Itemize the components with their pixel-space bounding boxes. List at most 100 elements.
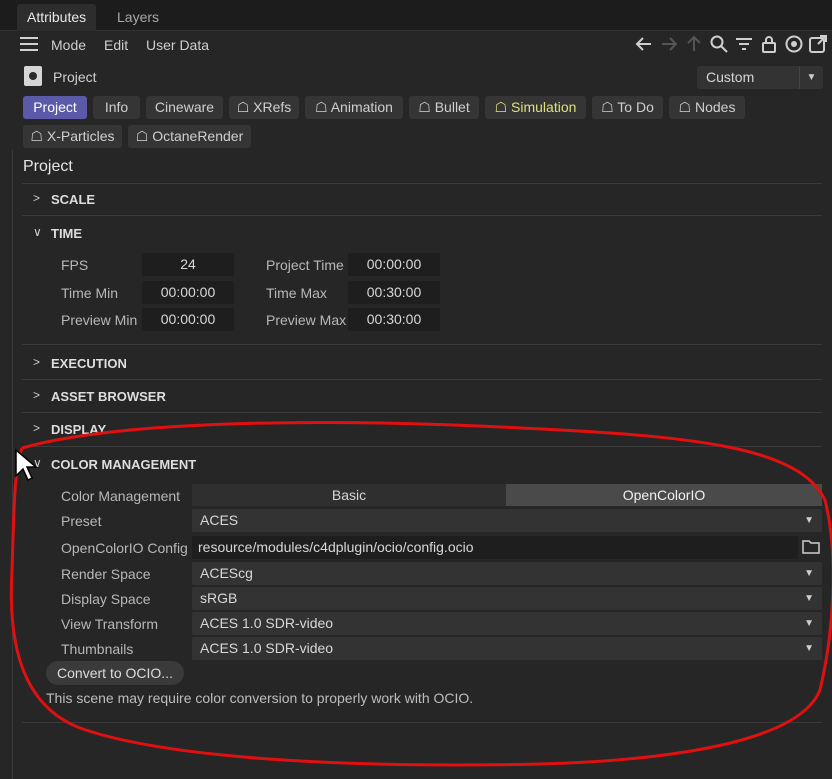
time-max-field[interactable]: 00:30:00 (348, 281, 440, 304)
tab-bullet-label: Bullet (434, 99, 470, 115)
panel-tab-bar: Attributes Layers (0, 0, 832, 31)
group-time-title: TIME (51, 226, 83, 241)
group-scale[interactable]: > SCALE (22, 186, 822, 212)
thumbnails-dropdown[interactable]: ACES 1.0 SDR-video ▼ (192, 637, 822, 660)
tab-todo-label: To Do (617, 99, 654, 115)
project-gear-icon (24, 66, 42, 86)
tab-bullet[interactable]: ☖ Bullet (409, 96, 479, 119)
view-mode-value: Custom (706, 69, 755, 85)
chevron-down-icon: ▼ (804, 568, 814, 579)
chevron-down-icon: ▼ (804, 593, 814, 604)
menu-icon[interactable] (20, 37, 38, 51)
pin-icon: ☖ (678, 99, 695, 115)
tab-animation[interactable]: ☖ Animation (305, 96, 403, 119)
group-execution[interactable]: > EXECUTION (22, 350, 822, 376)
pin-icon: ☖ (601, 99, 618, 115)
view-mode-select[interactable]: Custom ▼ (697, 66, 823, 89)
chevron-right-icon: > (33, 191, 41, 205)
menu-edit[interactable]: Edit (104, 37, 128, 53)
pin-icon: ☖ (236, 99, 254, 115)
tab-nodes[interactable]: ☖ Nodes (669, 96, 745, 119)
display-space-value: sRGB (200, 590, 238, 606)
back-arrow-icon[interactable] (634, 34, 654, 54)
group-scale-title: SCALE (51, 192, 96, 207)
divider (22, 446, 822, 447)
tab-todo[interactable]: ☖ To Do (592, 96, 663, 119)
menu-mode[interactable]: Mode (51, 37, 86, 53)
time-max-label: Time Max (266, 285, 327, 301)
folder-icon[interactable] (802, 538, 820, 554)
divider (22, 344, 822, 345)
tab-info[interactable]: Info (93, 96, 140, 119)
chevron-down-icon: ▼ (804, 618, 814, 629)
tab-attributes[interactable]: Attributes (17, 4, 97, 31)
target-icon[interactable] (784, 34, 804, 54)
pin-icon: ☖ (494, 99, 512, 115)
up-arrow-icon[interactable] (684, 34, 704, 54)
filter-icon[interactable] (734, 34, 754, 54)
group-time[interactable]: ∨ TIME (22, 220, 822, 246)
view-transform-value: ACES 1.0 SDR-video (200, 615, 334, 631)
tab-cineware[interactable]: Cineware (146, 96, 223, 119)
search-icon[interactable] (709, 34, 729, 54)
display-space-dropdown[interactable]: sRGB ▼ (192, 587, 822, 610)
group-display[interactable]: > DISPLAY (22, 416, 822, 442)
preview-min-label: Preview Min (61, 312, 138, 328)
tab-project[interactable]: Project (23, 96, 87, 119)
tab-octanerender[interactable]: ☖ OctaneRender (128, 125, 251, 148)
render-space-label: Render Space (61, 566, 151, 582)
forward-arrow-icon[interactable] (659, 34, 679, 54)
view-transform-dropdown[interactable]: ACES 1.0 SDR-video ▼ (192, 612, 822, 635)
tab-animation-label: Animation (330, 99, 393, 115)
preview-min-field[interactable]: 00:00:00 (142, 308, 234, 331)
chevron-down-icon: ▼ (804, 515, 814, 526)
group-execution-title: EXECUTION (51, 356, 127, 371)
lock-icon[interactable] (759, 34, 779, 54)
cursor-icon (15, 448, 38, 482)
group-asset-browser[interactable]: > ASSET BROWSER (22, 383, 822, 409)
chevron-down-icon: ▼ (804, 643, 814, 654)
pin-icon: ☖ (315, 99, 331, 115)
tab-xrefs-label: XRefs (253, 99, 292, 115)
pin-icon: ☖ (30, 128, 47, 144)
display-space-label: Display Space (61, 591, 151, 607)
group-asset-browser-title: ASSET BROWSER (51, 389, 166, 404)
preview-max-label: Preview Max (266, 312, 347, 328)
project-time-field[interactable]: 00:00:00 (348, 253, 440, 276)
color-management-toggle: Basic OpenColorIO (192, 484, 822, 506)
option-basic[interactable]: Basic (192, 484, 506, 506)
preset-label: Preset (61, 513, 102, 529)
pin-icon: ☖ (135, 128, 153, 144)
chevron-right-icon: > (33, 421, 41, 435)
preview-max-field[interactable]: 00:30:00 (348, 308, 440, 331)
section-title: Project (23, 158, 73, 175)
fps-field[interactable]: 24 (142, 253, 234, 276)
thumbnails-label: Thumbnails (61, 641, 134, 657)
tab-x-particles[interactable]: ☖ X-Particles (23, 125, 122, 148)
ocio-note: This scene may require color conversion … (46, 690, 474, 706)
panel-edge (12, 150, 13, 779)
render-space-dropdown[interactable]: ACEScg ▼ (192, 562, 822, 585)
group-display-title: DISPLAY (51, 422, 107, 437)
divider (22, 722, 822, 723)
tab-x-particles-label: X-Particles (46, 128, 115, 144)
tab-simulation[interactable]: ☖ Simulation (485, 96, 586, 119)
divider (22, 379, 822, 380)
render-space-value: ACEScg (200, 565, 253, 581)
chevron-down-icon: ▼ (799, 66, 823, 89)
ocio-config-field[interactable]: resource/modules/c4dplugin/ocio/config.o… (192, 536, 798, 559)
pin-icon: ☖ (418, 99, 435, 115)
preset-value: ACES (200, 512, 239, 528)
group-color-management[interactable]: ∨ COLOR MANAGEMENT (22, 451, 822, 477)
tab-octanerender-label: OctaneRender (152, 128, 244, 144)
open-window-icon[interactable] (808, 34, 828, 54)
color-management-label: Color Management (61, 488, 181, 504)
tab-simulation-label: Simulation (511, 99, 577, 115)
convert-to-ocio-button[interactable]: Convert to OCIO... (46, 661, 184, 685)
preset-dropdown[interactable]: ACES ▼ (192, 509, 822, 532)
menu-user-data[interactable]: User Data (146, 37, 209, 53)
time-min-field[interactable]: 00:00:00 (142, 281, 234, 304)
tab-layers[interactable]: Layers (107, 4, 169, 31)
tab-xrefs[interactable]: ☖ XRefs (229, 96, 299, 119)
option-opencolorio[interactable]: OpenColorIO (506, 484, 822, 506)
